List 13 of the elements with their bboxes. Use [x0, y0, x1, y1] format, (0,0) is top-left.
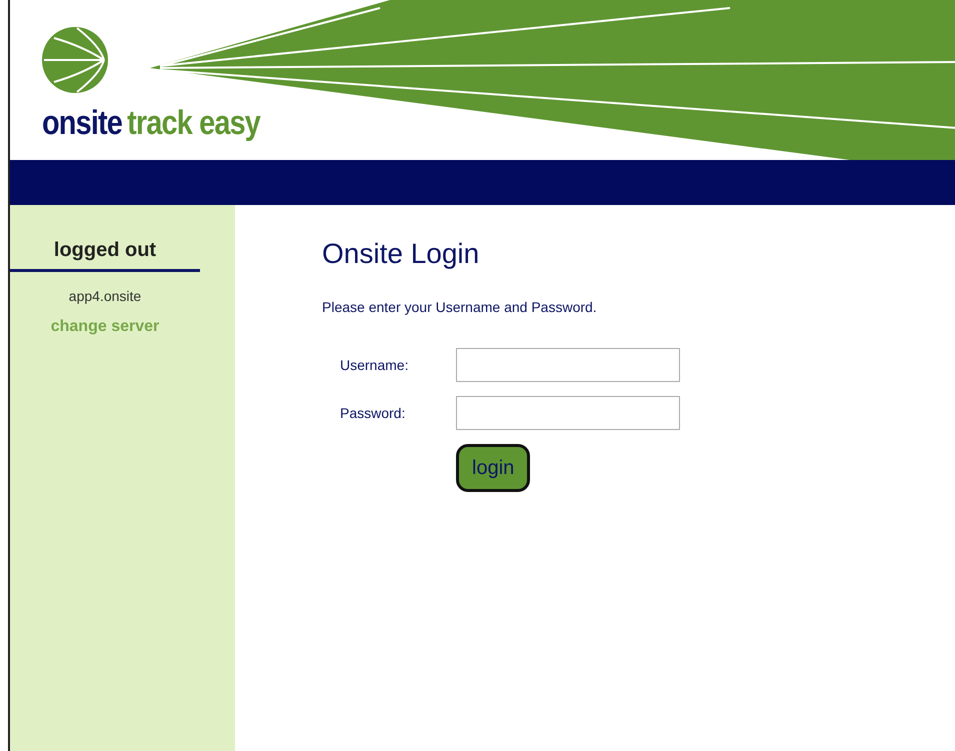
logo-icon	[42, 26, 108, 94]
page-title: Onsite Login	[322, 237, 480, 271]
login-status: logged out	[10, 235, 200, 272]
server-name: app4.onsite	[68, 287, 142, 306]
logo-brand: onsite	[42, 103, 122, 144]
input-field[interactable]	[456, 348, 680, 382]
login-button[interactable]: login	[456, 444, 530, 492]
logo-tagline: track easy	[127, 103, 260, 144]
field-label: Username:	[340, 356, 410, 374]
change-server-link[interactable]: change server	[50, 315, 160, 339]
field-label: Password:	[340, 404, 406, 422]
instructions-text: Please enter your Username and Password.	[322, 298, 598, 317]
input-field[interactable]	[456, 396, 680, 430]
